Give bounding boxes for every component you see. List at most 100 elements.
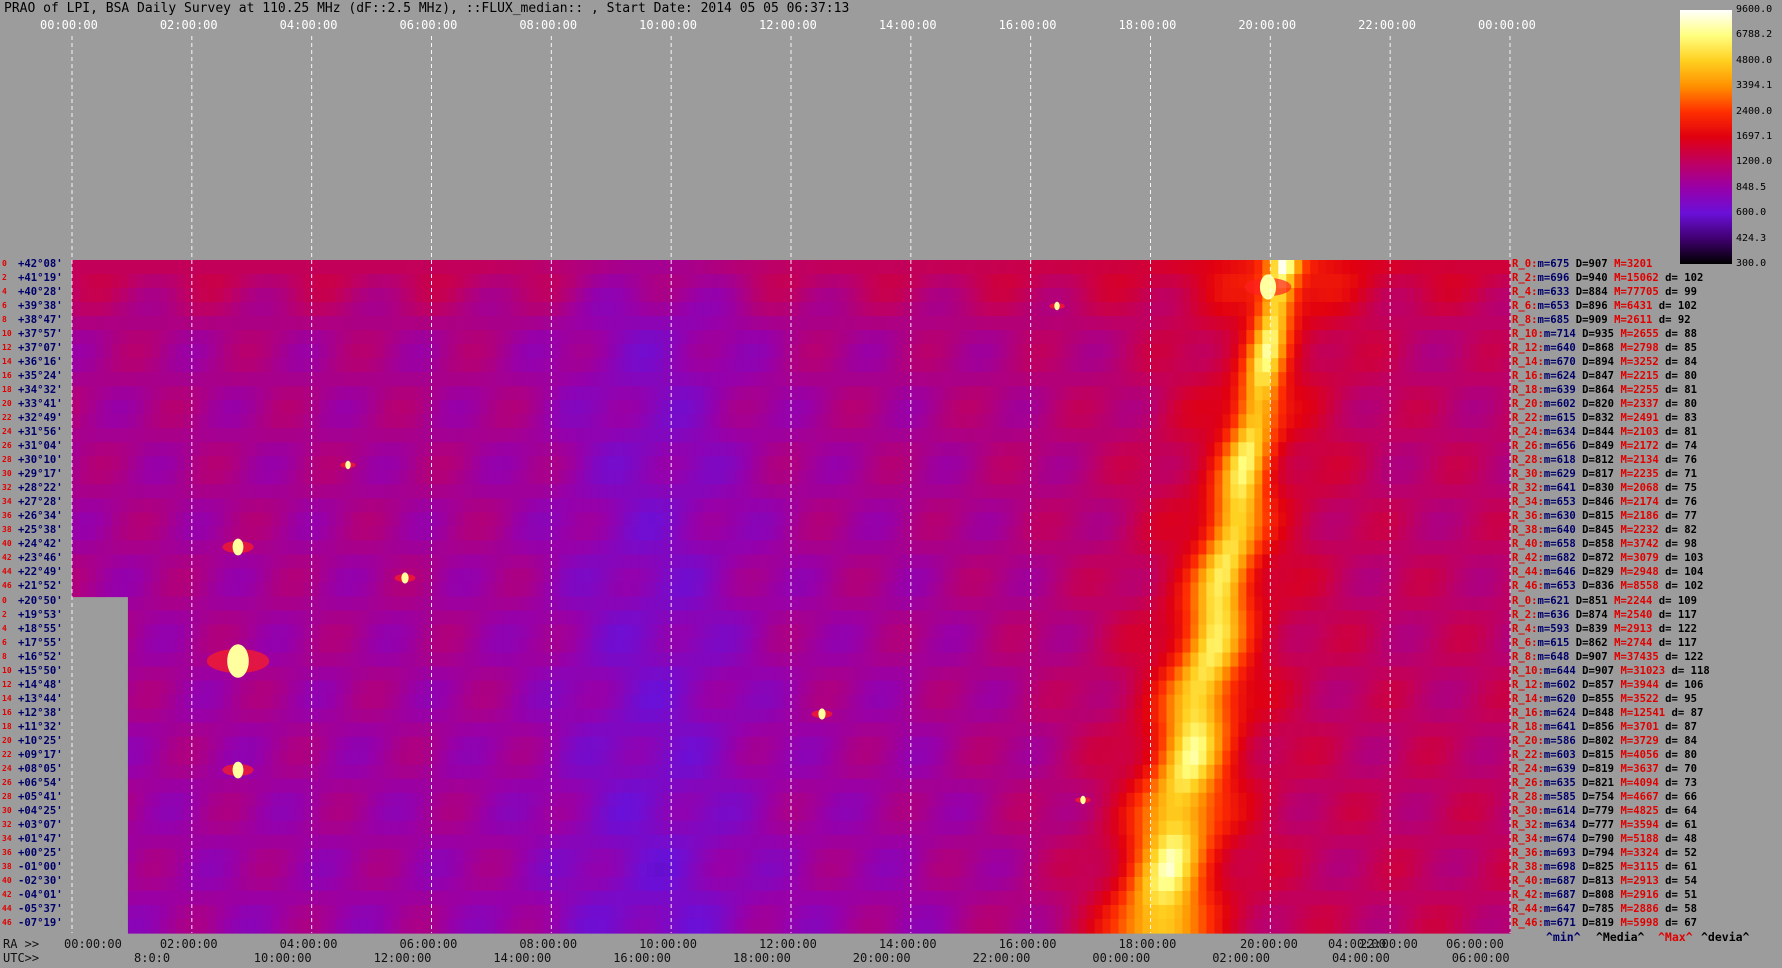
stats-field: d= 80: [1665, 748, 1697, 761]
stats-field: D=839: [1575, 622, 1615, 635]
stats-row: R_34:m=653 D=846 M=2174 d= 76: [1512, 495, 1697, 509]
stats-field: D=907: [1575, 650, 1615, 663]
stats-field: R_16:: [1512, 706, 1544, 719]
utc-tick-label: 00:00:00: [1092, 951, 1151, 965]
stats-field: m=586: [1543, 734, 1583, 747]
stats-field: m=647: [1543, 902, 1583, 915]
point-source: [232, 538, 244, 556]
stats-field: R_20:: [1512, 398, 1544, 411]
stats-field: D=848: [1582, 706, 1621, 719]
stats-row: R_8:m=648 D=907 M=37435 d= 122: [1512, 650, 1703, 664]
stats-row: R_6:m=615 D=862 M=2744 d= 117: [1512, 636, 1697, 650]
stats-field: m=585: [1543, 790, 1583, 803]
stats-field: R_6:: [1512, 636, 1538, 649]
stats-field: R_44:: [1512, 902, 1544, 915]
stats-field: M=3079: [1620, 552, 1666, 565]
stats-field: D=836: [1582, 580, 1621, 593]
stats-field: d= 98: [1665, 538, 1697, 551]
stats-field: d= 103: [1665, 552, 1704, 565]
stats-field: d= 106: [1665, 678, 1704, 691]
stats-field: M=3594: [1620, 818, 1666, 831]
stats-field: d= 74: [1665, 440, 1697, 453]
stats-field: m=634: [1543, 818, 1583, 831]
stats-field: M=2186: [1620, 510, 1666, 523]
stats-field: d= 118: [1671, 664, 1710, 677]
stats-field: D=862: [1575, 636, 1615, 649]
stats-field: m=693: [1543, 846, 1583, 859]
stats-field: m=687: [1543, 888, 1583, 901]
utc-tick-label: 04:00:00: [1332, 951, 1390, 965]
stats-field: D=884: [1575, 286, 1615, 299]
stats-field: d= 64: [1665, 804, 1697, 817]
declination-label: +05°41': [18, 790, 63, 803]
stats-field: d= 117: [1658, 636, 1698, 649]
stats-field: m=624: [1543, 370, 1583, 383]
point-source: [1054, 301, 1060, 311]
row-index: 44: [2, 903, 12, 913]
declination-label: +35°24': [18, 370, 63, 383]
stats-field: m=624: [1543, 706, 1583, 719]
point-source: [818, 708, 826, 720]
stats-field: R_14:: [1512, 692, 1544, 705]
top-tick-label: 06:00:00: [399, 18, 458, 32]
declination-label: +28°22': [18, 482, 63, 495]
legend-label: ^Media^: [1596, 930, 1645, 944]
stats-field: M=2255: [1620, 384, 1666, 397]
legend-label: ^devia^: [1701, 930, 1750, 944]
stats-field: M=3729: [1620, 734, 1666, 747]
stats-field: R_0:: [1512, 258, 1538, 270]
declination-label: -01°00': [18, 860, 63, 873]
stats-field: M=5188: [1620, 832, 1666, 845]
stats-field: D=812: [1582, 454, 1621, 467]
declination-label: +27°28': [18, 496, 63, 509]
stats-field: M=2798: [1620, 342, 1666, 355]
stats-field: d= 61: [1665, 860, 1697, 873]
utc-tick-label: 8:0:0: [134, 951, 171, 965]
declination-label: +39°38': [18, 300, 63, 313]
stats-row: R_26:m=656 D=849 M=2172 d= 74: [1512, 439, 1697, 453]
stats-field: m=685: [1537, 314, 1576, 327]
row-index: 28: [2, 791, 12, 801]
ra-tick-label: 08:00:00: [519, 937, 578, 951]
stats-field: R_4:: [1512, 622, 1538, 635]
stats-field: d= 73: [1665, 776, 1697, 789]
stats-field: d= 122: [1665, 650, 1704, 663]
stats-field: M=8558: [1620, 580, 1666, 593]
stats-field: D=820: [1582, 398, 1621, 411]
row-index: 2: [2, 273, 7, 283]
row-index: 22: [2, 749, 12, 759]
stats-field: d= 75: [1665, 482, 1697, 495]
utc-tick-label: 16:00:00: [613, 951, 671, 965]
top-tick-label: 00:00:00: [1478, 18, 1536, 32]
stats-field: d= 81: [1665, 384, 1697, 397]
stats-field: m=714: [1543, 328, 1583, 341]
ra-tick-label: 00:00:00: [64, 937, 122, 951]
row-index: 30: [2, 805, 12, 815]
stats-field: M=6431: [1614, 300, 1659, 313]
stats-field: M=3742: [1620, 538, 1666, 551]
stats-field: d= 76: [1665, 454, 1697, 467]
stats-field: D=815: [1582, 510, 1621, 523]
stats-field: D=813: [1582, 874, 1621, 887]
row-index: 32: [2, 819, 12, 829]
stats-field: R_10:: [1512, 664, 1544, 677]
stats-row: R_10:m=714 D=935 M=2655 d= 88: [1512, 327, 1697, 341]
utc-tick-label: 02:00:00: [1212, 951, 1270, 965]
stats-field: m=641: [1543, 720, 1583, 733]
stats-row: R_18:m=639 D=864 M=2255 d= 81: [1512, 383, 1697, 397]
colorbar-tick-label: 4800.0: [1736, 54, 1773, 66]
stats-field: D=815: [1582, 748, 1621, 761]
stats-field: M=2540: [1614, 608, 1659, 621]
stats-row: R_12:m=640 D=868 M=2798 d= 85: [1512, 341, 1697, 355]
stats-field: m=639: [1543, 384, 1583, 397]
declination-label: +10°25': [18, 734, 63, 747]
row-index: 20: [2, 735, 12, 745]
stats-field: m=620: [1543, 692, 1583, 705]
stats-field: D=754: [1582, 790, 1621, 803]
declination-label: +13°44': [18, 692, 63, 705]
legend-label: ^Max^: [1658, 930, 1693, 944]
declination-label: +11°32': [18, 720, 63, 733]
stats-field: d= 67: [1665, 916, 1697, 929]
stats-field: d= 80: [1665, 370, 1697, 383]
utc-tick-label: 14:00:00: [493, 951, 552, 965]
